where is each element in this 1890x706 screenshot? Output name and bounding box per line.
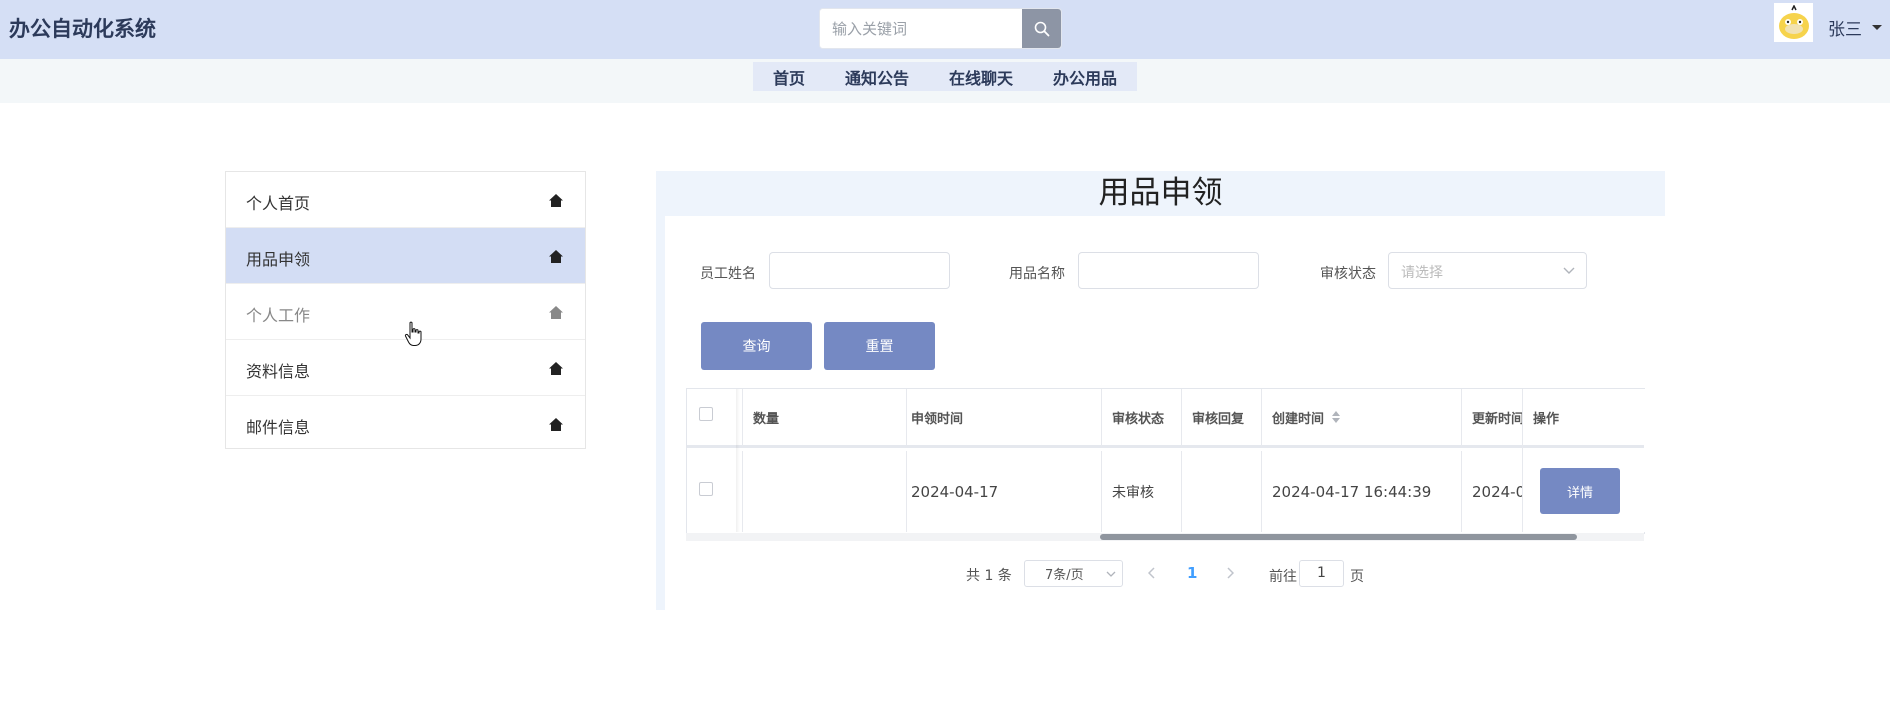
search-button[interactable] xyxy=(1022,9,1061,48)
hand-cursor-icon xyxy=(404,321,422,346)
next-page-icon[interactable] xyxy=(1226,567,1234,579)
sidebar-item-label: 资料信息 xyxy=(246,362,311,381)
goto-suffix: 页 xyxy=(1350,569,1364,585)
review-status-label: 审核状态 xyxy=(1320,266,1376,282)
pagination-total: 共 1 条 xyxy=(966,568,1012,584)
sidebar-item-label: 个人首页 xyxy=(246,194,311,213)
avatar[interactable] xyxy=(1774,3,1813,42)
reset-button[interactable]: 重置 xyxy=(824,322,935,370)
detail-button[interactable]: 详情 xyxy=(1540,468,1620,514)
cell-quantity xyxy=(743,451,907,532)
review-status-select[interactable]: 请选择 xyxy=(1388,252,1587,289)
header-select-all-cell xyxy=(687,389,743,448)
nav-home[interactable]: 首页 xyxy=(773,65,805,89)
home-icon xyxy=(549,418,563,431)
top-header: 办公自动化系统 张三 xyxy=(0,0,1890,59)
main-nav: 首页 通知公告 在线聊天 办公用品 xyxy=(753,62,1137,91)
sidebar-item-label: 邮件信息 xyxy=(246,418,311,437)
scrollbar-thumb[interactable] xyxy=(1100,534,1577,540)
goto-prefix: 前往 xyxy=(1269,569,1297,585)
review-status-placeholder: 请选择 xyxy=(1401,265,1443,281)
prev-page-icon[interactable] xyxy=(1148,567,1156,579)
nav-office-supplies[interactable]: 办公用品 xyxy=(1053,65,1117,89)
sidebar-item-personal-home[interactable]: 个人首页 xyxy=(226,172,585,228)
current-page-number[interactable]: 1 xyxy=(1187,564,1197,582)
column-header-quantity[interactable]: 数量 xyxy=(743,389,907,448)
home-icon xyxy=(549,250,563,263)
nav-notices[interactable]: 通知公告 xyxy=(845,65,909,89)
sidebar-item-supply-request[interactable]: 用品申领 xyxy=(226,228,585,284)
page-title: 用品申领 xyxy=(1098,175,1223,211)
column-header-created-time[interactable]: 创建时间 xyxy=(1262,389,1462,448)
search-box xyxy=(819,8,1062,49)
goto-page-input[interactable]: 1 xyxy=(1299,560,1344,587)
page-size-select[interactable]: 7条/页 xyxy=(1024,560,1123,587)
cell-created-time: 2024-04-17 16:44:39 xyxy=(1262,451,1462,532)
sidebar: 个人首页 用品申领 个人工作 资料信息 邮件信息 xyxy=(225,171,586,449)
psyduck-avatar-icon xyxy=(1778,4,1809,39)
item-name-label: 用品名称 xyxy=(1009,266,1065,282)
cell-apply-time: 2024-04-17 xyxy=(901,451,1102,532)
employee-name-input[interactable] xyxy=(769,252,950,289)
item-name-input[interactable] xyxy=(1078,252,1259,289)
employee-name-label: 员工姓名 xyxy=(700,266,756,282)
user-menu-caret-icon[interactable] xyxy=(1872,25,1882,30)
chevron-down-icon xyxy=(1106,571,1116,577)
cell-review-status: 未审核 xyxy=(1102,451,1182,532)
row-select-cell xyxy=(687,451,743,532)
fixed-column-shadow xyxy=(736,389,740,532)
created-time-label: 创建时间 xyxy=(1272,411,1325,427)
column-header-review-status[interactable]: 审核状态 xyxy=(1102,389,1182,448)
query-button[interactable]: 查询 xyxy=(701,322,812,370)
column-header-actions: 操作 xyxy=(1523,389,1644,448)
app-title: 办公自动化系统 xyxy=(9,17,156,41)
search-input[interactable] xyxy=(820,9,1029,48)
chevron-down-icon xyxy=(1563,267,1575,274)
search-icon xyxy=(1034,21,1049,36)
home-icon xyxy=(549,362,563,375)
sidebar-item-profile-info[interactable]: 资料信息 xyxy=(226,340,585,396)
sort-icon[interactable] xyxy=(1332,411,1341,423)
select-all-checkbox[interactable] xyxy=(699,407,713,421)
page-size-value: 7条/页 xyxy=(1045,568,1084,583)
sidebar-item-label: 个人工作 xyxy=(246,306,311,325)
home-icon xyxy=(549,194,563,207)
cell-review-reply xyxy=(1182,451,1262,532)
sidebar-item-label: 用品申领 xyxy=(246,250,311,269)
sidebar-item-mail-info[interactable]: 邮件信息 xyxy=(226,396,585,451)
user-name[interactable]: 张三 xyxy=(1828,15,1862,40)
home-icon xyxy=(549,306,563,319)
supply-request-table: 数量 申领时间 审核状态 审核回复 创建时间 更新时间 2024-04-17 未… xyxy=(686,388,1645,534)
nav-chat[interactable]: 在线聊天 xyxy=(949,65,1013,89)
column-header-review-reply[interactable]: 审核回复 xyxy=(1182,389,1262,448)
column-header-apply-time[interactable]: 申领时间 xyxy=(901,389,1102,448)
row-checkbox[interactable] xyxy=(699,481,713,496)
